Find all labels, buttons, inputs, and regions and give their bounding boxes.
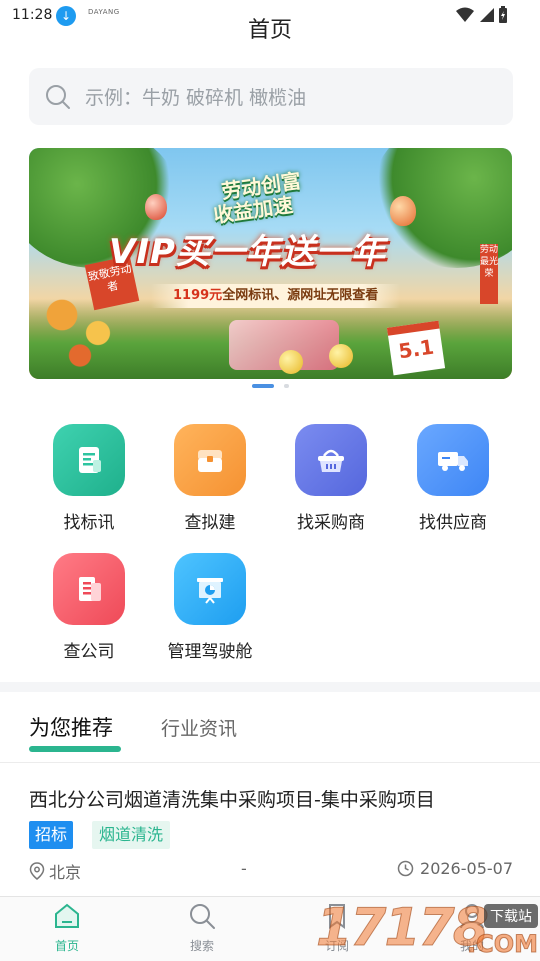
entry-label: 找标讯 xyxy=(63,513,115,533)
nav-label: 我的 xyxy=(459,939,484,953)
entry-company-lookup[interactable]: 查公司 xyxy=(34,553,144,662)
banner-subline: 1199元全网标讯、源网址无限查看 xyxy=(151,284,401,308)
entry-find-tenders[interactable]: 找标讯 xyxy=(34,424,144,533)
tab-industry-news[interactable]: 行业资讯 xyxy=(161,714,237,741)
meta-separator: - xyxy=(241,859,247,878)
coin-icon xyxy=(329,344,353,368)
nav-label: 搜索 xyxy=(189,939,214,953)
date-info: 2026-05-07 xyxy=(397,859,513,878)
inbox-box-icon xyxy=(174,424,246,496)
search-input[interactable]: 示例：牛奶 破碎机 橄榄油 xyxy=(29,68,513,125)
bottom-nav: 首页 搜索 订阅 我的 xyxy=(0,896,540,961)
pager-dot[interactable] xyxy=(284,384,289,388)
building-icon xyxy=(53,553,125,625)
page-title: 首页 xyxy=(247,18,292,43)
entry-proposed-projects[interactable]: 查拟建 xyxy=(155,424,265,533)
balloon-icon xyxy=(145,194,167,220)
tab-active-indicator xyxy=(29,746,121,752)
feed-tabs: 为您推荐 行业资讯 xyxy=(0,692,540,763)
nav-search[interactable]: 搜索 xyxy=(167,901,237,954)
banner-pager xyxy=(0,384,540,390)
location-text: 北京 xyxy=(49,863,82,882)
recommendation-card[interactable]: 西北分公司烟道清洗集中采购项目-集中采购项目 招标 烟道清洗 北京 - 2026… xyxy=(0,763,540,896)
banner-calendar: 5.1 xyxy=(386,320,446,376)
section-divider xyxy=(0,682,540,692)
location-info: 北京 xyxy=(29,859,81,883)
balloon-icon xyxy=(390,196,416,226)
category-badge: 烟道清洗 xyxy=(92,821,171,849)
search-placeholder: 示例：牛奶 破碎机 橄榄油 xyxy=(85,87,307,109)
document-icon xyxy=(53,424,125,496)
search-icon xyxy=(46,84,70,109)
home-icon xyxy=(55,903,79,928)
entry-find-buyers[interactable]: 找采购商 xyxy=(276,424,386,533)
subscribe-icon xyxy=(329,904,345,929)
nav-label: 首页 xyxy=(54,939,79,953)
location-pin-icon xyxy=(29,862,45,880)
date-text: 2026-05-07 xyxy=(420,859,513,878)
entry-label: 找采购商 xyxy=(297,513,365,533)
basket-icon xyxy=(295,424,367,496)
nav-home[interactable]: 首页 xyxy=(32,901,102,954)
promo-banner[interactable]: 劳动创富 收益加速 致敬劳动者 VIP买一年送一年 1199元全网标讯、源网址无… xyxy=(29,148,512,379)
nav-subscribe[interactable]: 订阅 xyxy=(302,901,372,954)
entry-label: 找供应商 xyxy=(419,513,487,533)
tender-type-badge: 招标 xyxy=(29,821,74,849)
banner-headline: VIP买一年送一年 xyxy=(109,232,386,272)
nav-profile[interactable]: 我的 xyxy=(437,901,507,954)
search-icon xyxy=(190,904,215,929)
entry-find-suppliers[interactable]: 找供应商 xyxy=(398,424,508,533)
coin-icon xyxy=(279,350,303,374)
entry-management-cockpit[interactable]: 管理驾驶舱 xyxy=(155,553,265,662)
truck-icon xyxy=(417,424,489,496)
banner-price: 1199元 xyxy=(173,288,223,303)
entry-label: 查公司 xyxy=(63,642,115,662)
pager-dot-active[interactable] xyxy=(252,384,274,388)
banner-subline-text: 全网标讯、源网址无限查看 xyxy=(222,288,379,303)
user-icon xyxy=(460,904,484,929)
banner-side-sign: 劳动最光荣 xyxy=(480,244,498,304)
clock-icon xyxy=(397,860,414,877)
nav-label: 订阅 xyxy=(324,939,349,953)
entry-label: 管理驾驶舱 xyxy=(167,642,253,662)
recommendation-title: 西北分公司烟道清洗集中采购项目-集中采购项目 xyxy=(29,789,435,811)
tab-recommended[interactable]: 为您推荐 xyxy=(29,712,113,742)
entry-label: 查拟建 xyxy=(184,513,236,533)
presentation-chart-icon xyxy=(174,553,246,625)
